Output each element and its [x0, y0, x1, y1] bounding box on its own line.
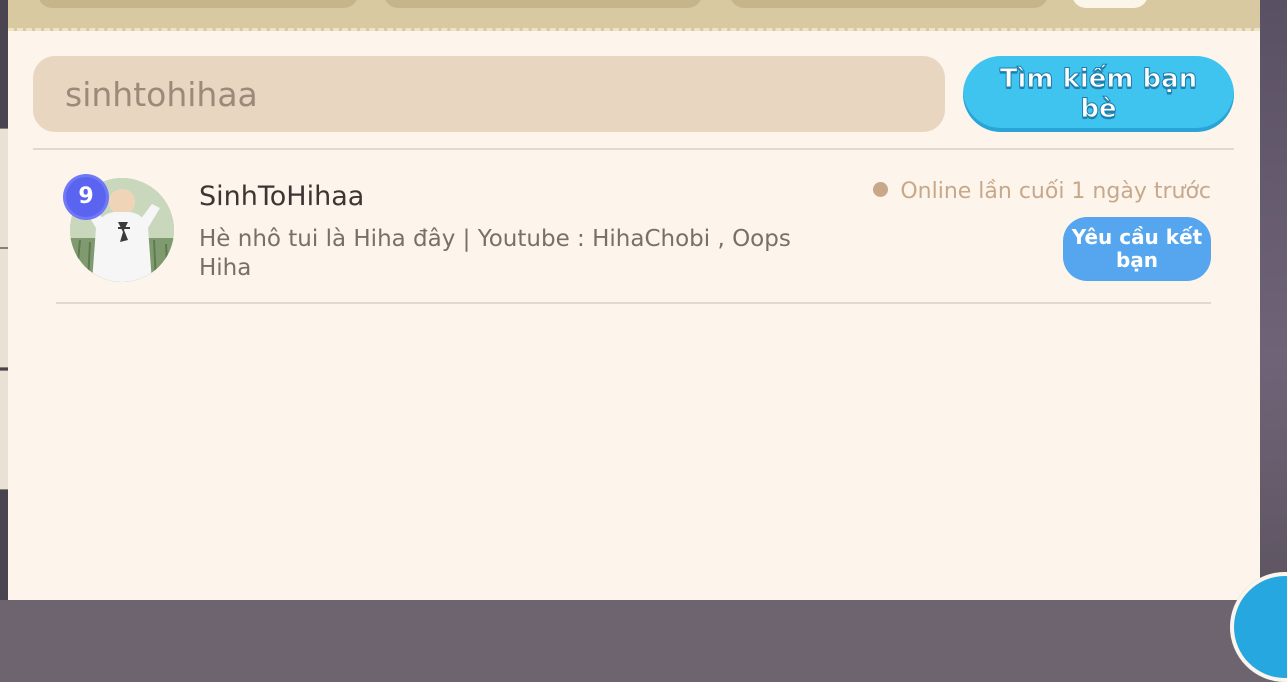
tab-1[interactable] [38, 0, 358, 8]
online-status-text: Online lần cuối 1 ngày trước [900, 179, 1211, 204]
online-status: Online lần cuối 1 ngày trước [873, 179, 1211, 204]
search-result-row[interactable]: 9 SinhToHihaa Hè nhô tui là Hiha đây | Y… [56, 165, 1211, 303]
divider [33, 148, 1234, 150]
result-username: SinhToHihaa [199, 181, 365, 212]
divider [56, 302, 1211, 304]
level-badge: 9 [66, 177, 106, 217]
tab-4[interactable] [1072, 0, 1148, 8]
search-friends-button[interactable]: Tìm kiếm bạn bè [963, 56, 1234, 132]
friend-search-input[interactable] [33, 56, 945, 132]
friend-request-button[interactable]: Yêu cầu kết bạn [1063, 217, 1211, 281]
result-bio: Hè nhô tui là Hiha đây | Youtube : HihaC… [199, 226, 791, 281]
tab-bar [8, 0, 1260, 31]
friend-search-panel: Tìm kiếm bạn bè 9 [8, 0, 1260, 600]
tab-3[interactable] [730, 0, 1048, 8]
status-dot-icon [873, 182, 889, 197]
tab-2[interactable] [384, 0, 702, 8]
